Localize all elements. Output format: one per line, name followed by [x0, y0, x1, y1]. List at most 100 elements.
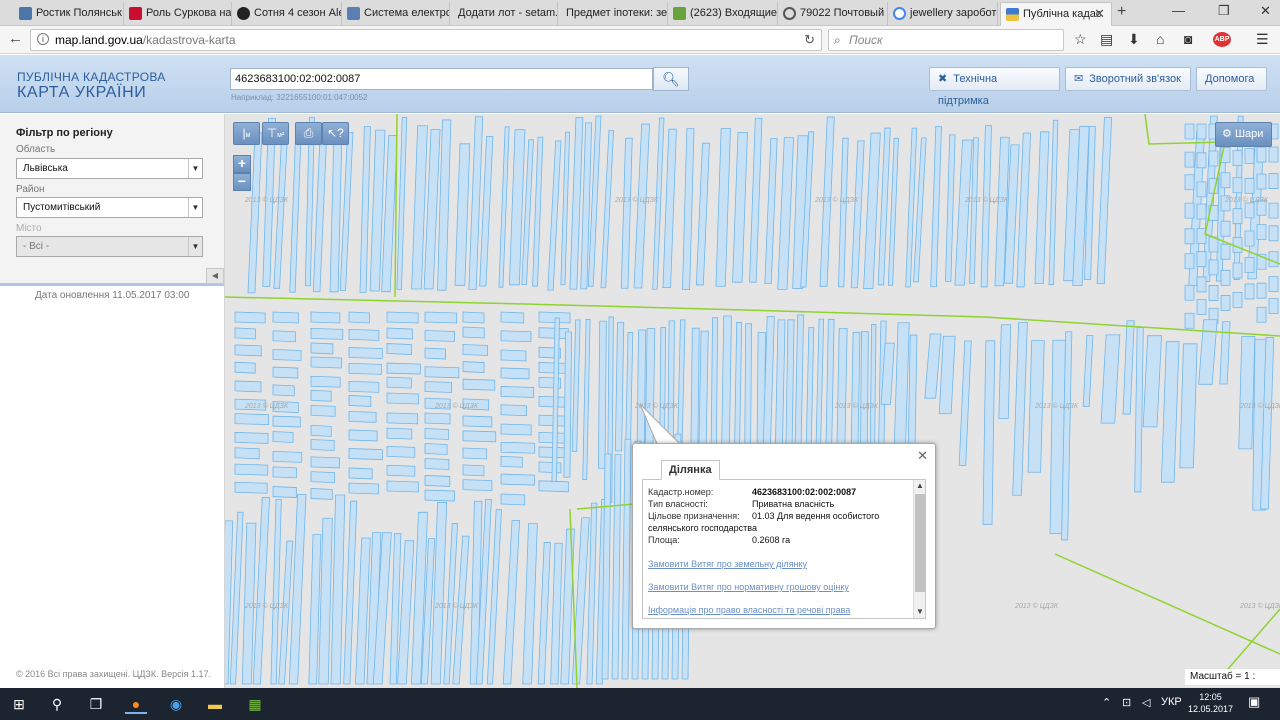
land-parcel[interactable]	[462, 447, 487, 460]
land-parcel[interactable]	[462, 361, 485, 373]
land-parcel[interactable]	[1268, 225, 1279, 242]
land-parcel[interactable]	[1244, 202, 1255, 219]
land-parcel[interactable]	[1196, 228, 1207, 244]
land-parcel[interactable]	[234, 413, 269, 426]
land-parcel[interactable]	[424, 428, 449, 440]
land-parcel[interactable]	[571, 319, 581, 452]
home-icon[interactable]: ⌂	[1156, 31, 1164, 47]
language-indicator[interactable]: УКР	[1161, 696, 1182, 708]
land-parcel[interactable]	[272, 431, 294, 443]
land-parcel[interactable]	[310, 404, 336, 417]
land-parcel[interactable]	[1268, 146, 1279, 163]
adblock-icon[interactable]: ABP	[1213, 32, 1231, 47]
land-parcel[interactable]	[1232, 291, 1243, 308]
land-parcel[interactable]	[560, 131, 571, 286]
land-parcel[interactable]	[1220, 269, 1231, 286]
land-parcel[interactable]	[998, 324, 1012, 420]
land-parcel[interactable]	[1100, 334, 1121, 424]
ownership-rights-info-link[interactable]: Інформація про право власності та речові…	[648, 605, 850, 615]
land-parcel[interactable]	[272, 486, 297, 498]
land-parcel[interactable]	[500, 441, 536, 454]
window-close-icon[interactable]: ✕	[1260, 3, 1271, 19]
land-parcel[interactable]	[1208, 150, 1219, 167]
land-parcel[interactable]	[563, 331, 573, 478]
land-parcel[interactable]	[1196, 123, 1207, 140]
tab-parcel[interactable]: Ділянка	[661, 460, 720, 480]
cadastre-search-input[interactable]: 4623683100:02:002:0087	[230, 68, 653, 90]
support-button[interactable]: ✖ Технічна підтримка	[929, 67, 1060, 107]
reload-icon[interactable]: ↻	[804, 30, 815, 50]
land-parcel[interactable]	[887, 137, 899, 286]
task-view-icon[interactable]: ❐	[85, 694, 107, 714]
land-parcel[interactable]	[386, 427, 413, 440]
search-icon[interactable]: ⚲	[46, 694, 68, 714]
bookmark-star-icon[interactable]: ☆	[1074, 31, 1087, 48]
land-parcel[interactable]	[500, 330, 532, 343]
land-parcel[interactable]	[1196, 276, 1207, 293]
land-parcel[interactable]	[958, 340, 972, 466]
land-parcel[interactable]	[289, 135, 302, 293]
land-parcel[interactable]	[1196, 251, 1207, 268]
land-parcel[interactable]	[1244, 230, 1255, 247]
land-parcel[interactable]	[348, 448, 383, 460]
land-parcel[interactable]	[272, 415, 301, 428]
land-parcel[interactable]	[272, 349, 302, 361]
land-parcel[interactable]	[339, 132, 354, 291]
scroll-down-icon[interactable]: ▼	[914, 606, 925, 618]
land-parcel[interactable]	[954, 139, 973, 286]
misto-select[interactable]: - Всі - ▼	[16, 236, 203, 257]
land-parcel[interactable]	[1196, 203, 1207, 220]
land-parcel[interactable]	[386, 311, 419, 324]
land-parcel[interactable]	[462, 479, 493, 492]
land-parcel[interactable]	[1134, 327, 1144, 493]
pocket-icon[interactable]: ◙	[1184, 31, 1192, 47]
land-parcel[interactable]	[234, 432, 269, 444]
browser-search-input[interactable]: ⌕ Поиск	[828, 29, 1064, 51]
minimize-icon[interactable]: —	[1172, 3, 1185, 18]
land-parcel[interactable]	[386, 362, 421, 375]
land-parcel[interactable]	[538, 311, 571, 324]
raion-select[interactable]: Пустомитівський ▼	[16, 197, 203, 218]
land-parcel[interactable]	[777, 137, 795, 290]
land-parcel[interactable]	[396, 117, 408, 290]
close-tab-icon[interactable]: ✕	[1094, 3, 1105, 25]
land-parcel[interactable]	[1012, 322, 1028, 496]
zoom-in-icon[interactable]: +	[233, 155, 251, 173]
reading-list-icon[interactable]: ▤	[1100, 31, 1113, 48]
land-parcel[interactable]	[272, 450, 303, 463]
land-parcel[interactable]	[538, 480, 569, 493]
land-parcel[interactable]	[348, 410, 377, 423]
land-parcel[interactable]	[462, 415, 493, 428]
land-parcel[interactable]	[348, 347, 383, 359]
browser-tab[interactable]: Роль Суркова на	[124, 2, 232, 26]
land-parcel[interactable]	[532, 136, 544, 287]
land-parcel[interactable]	[1184, 202, 1195, 219]
land-parcel[interactable]	[386, 327, 413, 340]
land-parcel[interactable]	[569, 117, 584, 290]
land-parcel[interactable]	[1220, 243, 1231, 260]
land-parcel[interactable]	[329, 124, 343, 293]
land-parcel[interactable]	[1244, 148, 1255, 164]
windows-start-icon[interactable]: ⊞	[8, 694, 30, 714]
land-parcel[interactable]	[272, 384, 295, 397]
land-parcel[interactable]	[500, 473, 536, 486]
land-parcel[interactable]	[234, 481, 268, 494]
land-parcel[interactable]	[1256, 224, 1267, 240]
land-parcel[interactable]	[522, 523, 538, 685]
browser-tab[interactable]: Ростик Полянськ	[14, 2, 124, 26]
land-parcel[interactable]	[500, 311, 525, 324]
land-parcel[interactable]	[502, 519, 521, 685]
land-parcel[interactable]	[893, 322, 910, 455]
land-parcel[interactable]	[1142, 335, 1162, 428]
land-parcel[interactable]	[1184, 174, 1195, 191]
land-parcel[interactable]	[424, 412, 451, 425]
land-parcel[interactable]	[343, 500, 358, 685]
land-parcel[interactable]	[1184, 284, 1195, 301]
land-parcel[interactable]	[538, 414, 566, 427]
land-parcel[interactable]	[1232, 262, 1243, 279]
land-parcel[interactable]	[1268, 251, 1279, 268]
land-parcel[interactable]	[1208, 259, 1219, 276]
land-parcel[interactable]	[1122, 320, 1135, 415]
browser-tab[interactable]: Система електро	[342, 2, 450, 26]
land-parcel[interactable]	[1196, 299, 1207, 315]
